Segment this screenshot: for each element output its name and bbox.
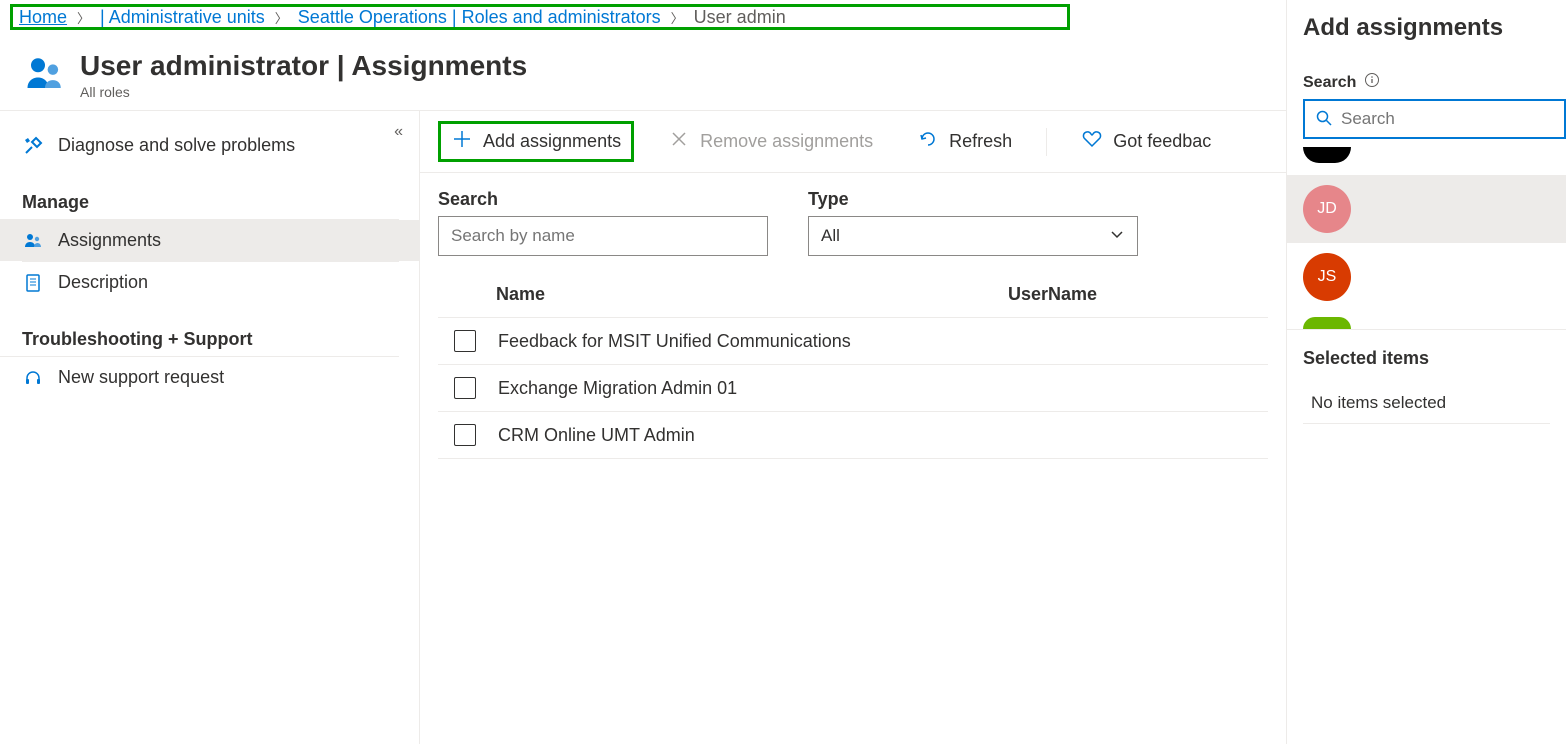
selected-items-heading: Selected items <box>1303 348 1550 369</box>
sidebar-heading-troubleshoot: Troubleshooting + Support <box>0 319 399 357</box>
people-icon <box>22 231 44 251</box>
role-icon <box>24 53 66 98</box>
sidebar: « Diagnose and solve problems Manage Ass… <box>0 111 420 744</box>
sidebar-item-label: Diagnose and solve problems <box>58 135 295 156</box>
breadcrumb-home[interactable]: Home <box>19 7 67 28</box>
panel-search-box[interactable] <box>1303 99 1566 139</box>
avatar <box>1303 317 1351 329</box>
user-list: JD JS <box>1287 147 1566 329</box>
chevron-right-icon: 〉 <box>671 8 684 27</box>
table-row[interactable]: Exchange Migration Admin 01 <box>438 365 1268 412</box>
headset-icon <box>22 368 44 388</box>
sidebar-item-label: New support request <box>58 367 224 388</box>
toolbar: Add assignments Remove assignments Refre… <box>420 111 1286 173</box>
row-name: Feedback for MSIT Unified Communications <box>498 331 851 352</box>
sidebar-item-diagnose[interactable]: Diagnose and solve problems <box>0 125 419 166</box>
type-select[interactable]: All <box>808 216 1138 256</box>
selected-items-section: Selected items No items selected <box>1287 329 1566 442</box>
search-icon <box>1315 109 1333 130</box>
selected-items-empty: No items selected <box>1303 393 1550 424</box>
col-header-name[interactable]: Name <box>496 284 1008 305</box>
page-title: User administrator | Assignments <box>80 50 527 82</box>
sidebar-heading-manage: Manage <box>0 182 399 220</box>
row-name: CRM Online UMT Admin <box>498 425 695 446</box>
sidebar-item-assignments[interactable]: Assignments <box>0 220 419 261</box>
avatar: JD <box>1303 185 1351 233</box>
sidebar-item-description[interactable]: Description <box>0 262 419 303</box>
toolbar-label: Remove assignments <box>700 131 873 152</box>
user-list-item[interactable] <box>1287 147 1566 175</box>
user-list-item[interactable]: JD <box>1287 175 1566 243</box>
add-assignments-panel: Add assignments Search JD JS Selected ite… <box>1286 0 1566 744</box>
toolbar-label: Add assignments <box>483 131 621 152</box>
chevron-right-icon: 〉 <box>275 8 288 27</box>
table-header: Name UserName <box>438 272 1268 318</box>
user-list-item[interactable]: JS <box>1287 243 1566 311</box>
type-label: Type <box>808 189 1138 210</box>
page-subtitle: All roles <box>80 84 527 100</box>
document-icon <box>22 273 44 293</box>
avatar <box>1303 147 1351 163</box>
feedback-button[interactable]: Got feedbac <box>1071 124 1221 159</box>
wrench-icon <box>22 136 44 156</box>
heart-icon <box>1081 128 1103 155</box>
row-name: Exchange Migration Admin 01 <box>498 378 737 399</box>
search-input[interactable] <box>438 216 768 256</box>
type-value: All <box>821 226 840 246</box>
col-header-username[interactable]: UserName <box>1008 284 1268 305</box>
row-checkbox[interactable] <box>454 424 476 446</box>
avatar: JS <box>1303 253 1351 301</box>
breadcrumb: Home 〉 | Administrative units 〉 Seattle … <box>10 4 1070 30</box>
plus-icon <box>451 128 473 155</box>
divider <box>1046 128 1047 156</box>
chevron-down-icon <box>1109 226 1125 247</box>
filters: Search Type All <box>420 173 1286 264</box>
info-icon[interactable] <box>1364 72 1380 93</box>
chevron-right-icon: 〉 <box>77 8 90 27</box>
panel-search-label: Search <box>1287 72 1566 99</box>
table-row[interactable]: CRM Online UMT Admin <box>438 412 1268 459</box>
breadcrumb-ops[interactable]: Seattle Operations | Roles and administr… <box>298 7 661 28</box>
toolbar-label: Refresh <box>949 131 1012 152</box>
assignments-table: Name UserName Feedback for MSIT Unified … <box>420 264 1286 459</box>
collapse-icon[interactable]: « <box>394 123 403 141</box>
toolbar-label: Got feedbac <box>1113 131 1211 152</box>
search-label: Search <box>438 189 768 210</box>
breadcrumb-current: User admin <box>694 7 786 28</box>
table-row[interactable]: Feedback for MSIT Unified Communications <box>438 318 1268 365</box>
panel-title: Add assignments <box>1287 14 1566 72</box>
row-checkbox[interactable] <box>454 330 476 352</box>
sidebar-item-support[interactable]: New support request <box>0 357 419 398</box>
remove-assignments-button[interactable]: Remove assignments <box>658 124 883 159</box>
sidebar-item-label: Description <box>58 272 148 293</box>
user-list-item[interactable] <box>1287 311 1566 329</box>
row-checkbox[interactable] <box>454 377 476 399</box>
add-assignments-button[interactable]: Add assignments <box>438 121 634 162</box>
main-content: Add assignments Remove assignments Refre… <box>420 111 1286 744</box>
refresh-button[interactable]: Refresh <box>907 124 1022 159</box>
refresh-icon <box>917 128 939 155</box>
breadcrumb-admin-units[interactable]: | Administrative units <box>100 7 265 28</box>
panel-search-input[interactable] <box>1341 109 1562 129</box>
x-icon <box>668 128 690 155</box>
sidebar-item-label: Assignments <box>58 230 161 251</box>
